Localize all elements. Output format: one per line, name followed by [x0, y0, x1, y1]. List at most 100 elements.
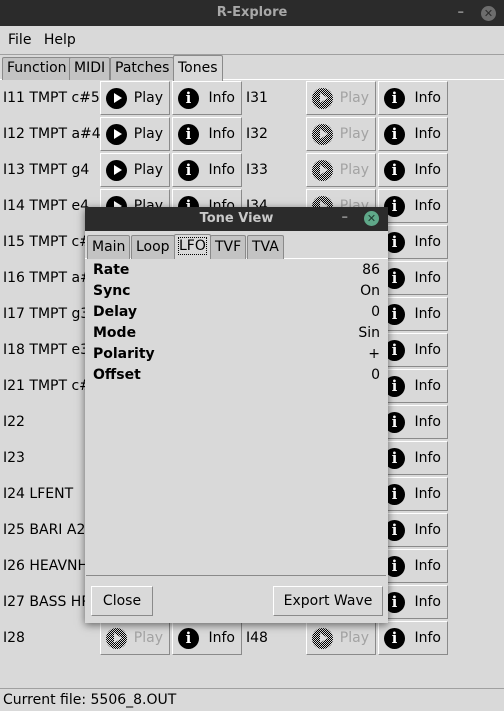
tone-row: I32 Play i Info	[0, 117, 504, 151]
play-icon	[312, 124, 333, 145]
info-button[interactable]: iInfo	[378, 405, 448, 439]
info-label: Info	[414, 414, 442, 430]
tab-midi[interactable]: MIDI	[69, 57, 111, 80]
info-button[interactable]: iInfo	[378, 477, 448, 511]
info-label: Info	[414, 558, 442, 574]
tone-name: I33	[246, 162, 268, 178]
play-label: Play	[339, 630, 369, 646]
info-button[interactable]: iInfo	[378, 585, 448, 619]
info-button[interactable]: iInfo	[378, 549, 448, 583]
dialog-tab-loop[interactable]: Loop	[131, 235, 175, 259]
play-label: Play	[339, 90, 369, 106]
play-icon	[312, 160, 333, 181]
param-key: Offset	[93, 367, 141, 383]
info-button[interactable]: iInfo	[378, 189, 448, 223]
dialog-minimize-button[interactable]: –	[342, 206, 349, 230]
info-label: Info	[414, 306, 442, 322]
info-button[interactable]: iInfo	[378, 81, 448, 115]
param-row: Mode Sin	[93, 323, 380, 344]
param-key: Sync	[93, 283, 131, 299]
play-icon	[312, 88, 333, 109]
param-row: Sync On	[93, 281, 380, 302]
info-label: Info	[414, 126, 442, 142]
dialog-tab-tva[interactable]: TVA	[247, 235, 284, 259]
param-row: Delay 0	[93, 302, 380, 323]
info-icon: i	[384, 124, 405, 145]
close-icon[interactable]: ✕	[481, 6, 496, 21]
window-titlebar: R-Explore – ✕	[0, 0, 504, 26]
tone-name: I31	[246, 90, 268, 106]
param-value: 0	[371, 367, 380, 383]
info-label: Info	[414, 450, 442, 466]
param-key: Rate	[93, 262, 130, 278]
param-value: 0	[371, 304, 380, 320]
dialog-tab-tvf[interactable]: TVF	[210, 235, 247, 259]
param-value: Sin	[358, 325, 380, 341]
current-file-status: Current file: 5506_8.OUT	[3, 692, 177, 708]
tone-view-dialog: Tone View – ✕ Main Loop LFO TVF TVA Rate…	[85, 207, 388, 623]
menu-help[interactable]: Help	[40, 26, 80, 54]
info-label: Info	[414, 522, 442, 538]
tab-patches[interactable]: Patches	[110, 57, 175, 80]
tab-tones[interactable]: Tones	[173, 55, 223, 81]
info-button[interactable]: iInfo	[378, 333, 448, 367]
info-label: Info	[414, 270, 442, 286]
param-value: 86	[362, 262, 380, 278]
info-icon: i	[384, 628, 405, 649]
tone-name: I48	[246, 630, 268, 646]
param-value: +	[368, 346, 380, 362]
play-button[interactable]: Play	[306, 81, 376, 115]
param-key: Delay	[93, 304, 138, 320]
tab-function[interactable]: Function	[2, 57, 72, 80]
menu-bar: File Help	[0, 26, 504, 55]
info-label: Info	[414, 342, 442, 358]
info-button[interactable]: iInfo	[378, 225, 448, 259]
info-button[interactable]: i Info	[378, 153, 448, 187]
dialog-close-icon[interactable]: ✕	[364, 211, 379, 226]
info-button[interactable]: iInfo	[378, 369, 448, 403]
info-button[interactable]: iInfo	[378, 513, 448, 547]
main-tabs: Function MIDI Patches Tones	[0, 55, 504, 81]
status-bar: Current file: 5506_8.OUT	[0, 688, 504, 710]
info-button[interactable]: i Info	[378, 621, 448, 655]
lfo-params-panel: Rate 86 Sync On Delay 0 Mode Sin Polarity + O…	[86, 260, 386, 576]
play-label: Play	[339, 162, 369, 178]
export-wave-button[interactable]: Export Wave	[273, 586, 383, 616]
tone-row: I31 Play i Info	[0, 81, 504, 115]
info-icon: i	[384, 160, 405, 181]
tone-row: I48 Play i Info	[0, 621, 504, 655]
param-row: Polarity +	[93, 344, 380, 365]
dialog-tabs: Main Loop LFO TVF TVA	[85, 231, 388, 259]
play-label: Play	[339, 126, 369, 142]
param-row: Rate 86	[93, 260, 380, 281]
play-button[interactable]: Play	[306, 153, 376, 187]
play-button[interactable]: Play	[306, 621, 376, 655]
tone-name: I32	[246, 126, 268, 142]
dialog-tab-lfo-label: LFO	[178, 237, 207, 255]
info-button[interactable]: iInfo	[378, 261, 448, 295]
play-button[interactable]: Play	[306, 117, 376, 151]
info-button[interactable]: i Info	[378, 117, 448, 151]
play-icon	[312, 628, 333, 649]
menu-file[interactable]: File	[4, 26, 35, 54]
tone-row: I33 Play i Info	[0, 153, 504, 187]
info-label: Info	[414, 90, 442, 106]
minimize-button[interactable]: –	[458, 0, 465, 26]
info-label: Info	[414, 378, 442, 394]
close-button[interactable]: Close	[91, 586, 153, 616]
window-title: R-Explore	[216, 5, 288, 20]
dialog-tab-main[interactable]: Main	[87, 235, 131, 259]
info-label: Info	[414, 630, 442, 646]
info-label: Info	[414, 162, 442, 178]
info-button[interactable]: iInfo	[378, 441, 448, 475]
dialog-tab-lfo[interactable]: LFO	[174, 234, 211, 259]
dialog-title: Tone View	[199, 211, 274, 226]
info-button[interactable]: iInfo	[378, 297, 448, 331]
param-key: Polarity	[93, 346, 155, 362]
param-value: On	[360, 283, 380, 299]
info-label: Info	[414, 486, 442, 502]
info-label: Info	[414, 198, 442, 214]
info-label: Info	[414, 234, 442, 250]
param-key: Mode	[93, 325, 137, 341]
dialog-titlebar: Tone View – ✕	[85, 207, 388, 231]
